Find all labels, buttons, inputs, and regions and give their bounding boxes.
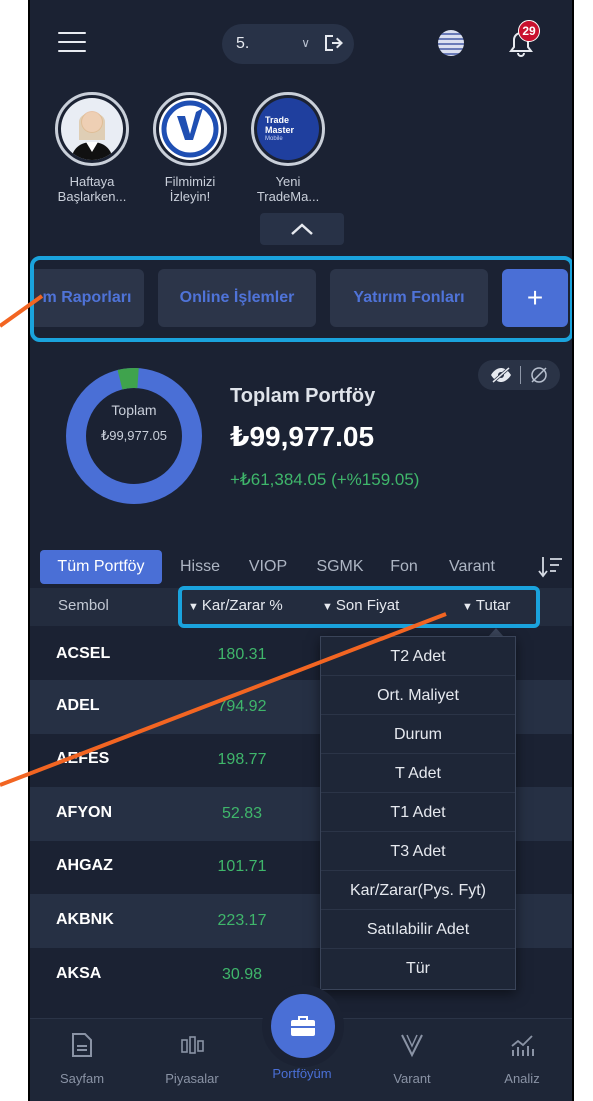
dropdown-option[interactable]: T Adet — [321, 754, 515, 793]
dropdown-option[interactable]: T3 Adet — [321, 832, 515, 871]
column-options-dropdown: T2 Adet Ort. Maliyet Durum T Adet T1 Ade… — [320, 636, 516, 990]
menu-icon[interactable] — [58, 32, 86, 54]
dropdown-option[interactable]: T1 Adet — [321, 793, 515, 832]
story-item[interactable]: Filmimizi İzleyin! — [150, 92, 230, 204]
dropdown-option[interactable]: T2 Adet — [321, 637, 515, 676]
nav-warrants[interactable]: Varant — [372, 1032, 452, 1086]
notification-badge: 29 — [518, 20, 540, 42]
document-icon — [72, 1033, 92, 1057]
tab-viop[interactable]: VIOP — [240, 550, 296, 584]
portfolio-total: ₺99,977.05 — [230, 421, 375, 452]
sort-icon[interactable] — [538, 555, 564, 579]
dropdown-option[interactable]: Satılabilir Adet — [321, 910, 515, 949]
dropdown-option[interactable]: Kar/Zarar(Pys. Fyt) — [321, 871, 515, 910]
tab-funds[interactable]: Fon — [382, 550, 426, 584]
story-caption: Yeni TradeMa... — [256, 174, 320, 204]
story-caption: Filmimizi İzleyin! — [164, 174, 216, 204]
chevron-up-icon — [291, 223, 313, 235]
story-item[interactable]: Trade Master Mobile Yeni TradeMa... — [248, 92, 328, 204]
warrant-icon — [401, 1034, 423, 1058]
portfolio-title: Toplam Portföy — [230, 385, 376, 407]
tab-all-portfolio[interactable]: Tüm Portföy — [40, 550, 162, 584]
trademaster-logo: Trade Master Mobile — [257, 98, 319, 160]
tab-stocks[interactable]: Hisse — [170, 550, 230, 584]
account-value: 5. — [236, 35, 250, 52]
eye-off-icon[interactable] — [490, 367, 512, 383]
highlight-frame — [30, 256, 572, 342]
nav-my-page[interactable]: Sayfam — [42, 1032, 122, 1086]
analysis-chart-icon — [511, 1035, 534, 1056]
chevron-down-icon: ∨ — [301, 36, 310, 50]
column-header-symbol: Sembol — [58, 597, 109, 614]
visibility-toggle[interactable] — [478, 360, 560, 390]
collapse-stories-button[interactable] — [260, 213, 344, 245]
donut-value: ₺99,977.05 — [100, 428, 168, 443]
candlestick-icon — [181, 1036, 204, 1054]
dropdown-option[interactable]: Tür — [321, 949, 515, 988]
story-item[interactable]: Haftaya Başlarken... — [52, 92, 132, 204]
donut-label: Toplam — [111, 402, 157, 418]
nav-analysis[interactable]: Analiz — [482, 1032, 562, 1086]
nav-markets[interactable]: Piyasalar — [152, 1032, 232, 1086]
logout-icon[interactable] — [322, 32, 344, 54]
app-screen: 5. ∨ 29 Haftaya Başlarken... Filmimizi İ… — [28, 0, 574, 1101]
tab-sgmk[interactable]: SGMK — [308, 550, 372, 584]
story-caption: Haftaya Başlarken... — [57, 174, 127, 204]
avatar — [61, 98, 123, 160]
dropdown-option[interactable]: Durum — [321, 715, 515, 754]
hide-chart-icon[interactable] — [530, 366, 548, 384]
portfolio-change: +₺61,384.05 (+%159.05) — [230, 470, 420, 489]
account-select[interactable]: 5. ∨ — [222, 24, 354, 64]
dropdown-option[interactable]: Ort. Maliyet — [321, 676, 515, 715]
brand-logo-icon — [159, 98, 221, 160]
nav-portfolio[interactable]: Portföyüm — [262, 1032, 342, 1081]
tab-warrants[interactable]: Varant — [438, 550, 506, 584]
language-globe-icon[interactable] — [438, 30, 464, 56]
highlight-frame — [178, 586, 540, 628]
